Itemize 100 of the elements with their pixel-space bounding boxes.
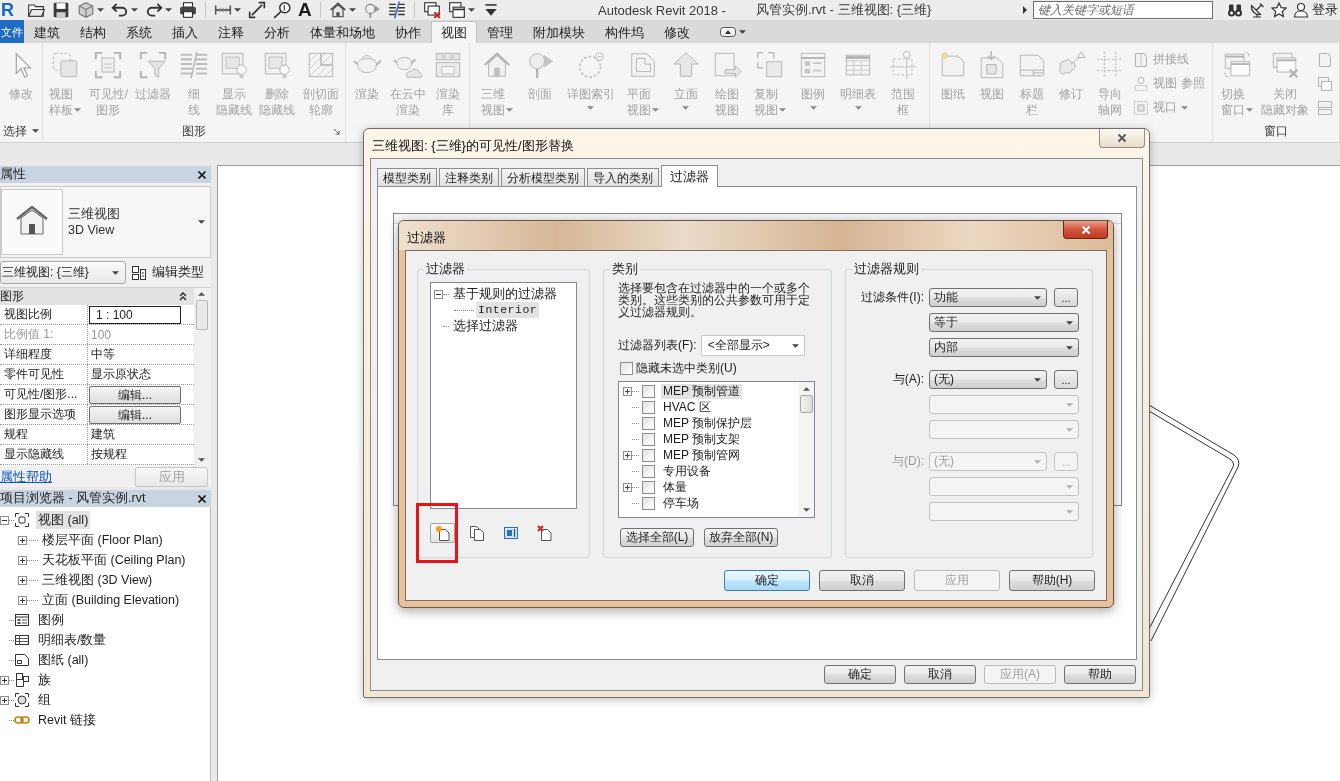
plus-box-icon[interactable] <box>623 386 632 396</box>
checkbox[interactable] <box>642 480 655 494</box>
condition-dropdown[interactable]: (无) <box>929 370 1047 389</box>
new-filter-button[interactable] <box>430 523 455 543</box>
minus-box-icon[interactable] <box>434 289 443 299</box>
tree-item[interactable]: 楼层平面 (Floor Plan) <box>40 531 165 549</box>
caret-up-icon[interactable] <box>802 387 810 391</box>
ribbon-tab[interactable]: 附加模块 <box>523 21 595 43</box>
checkbox[interactable] <box>642 464 655 478</box>
tag-button[interactable] <box>271 0 293 20</box>
ribbon-tab[interactable]: 协作 <box>385 21 431 43</box>
file-menu-button[interactable]: 文件 <box>0 20 24 43</box>
plus-box-icon[interactable] <box>623 450 632 460</box>
category-item[interactable]: MEP 预制管道 <box>661 383 743 399</box>
edit-button[interactable]: 编辑... <box>89 405 181 424</box>
ok-button[interactable]: 确定 <box>724 570 810 591</box>
ribbon-tab[interactable]: 插入 <box>162 21 208 43</box>
dialog-tab[interactable]: 分析模型类别 <box>501 168 585 186</box>
double-caret-up-icon[interactable] <box>179 292 187 301</box>
close-icon[interactable] <box>197 493 207 504</box>
caret-down-icon[interactable] <box>198 458 205 462</box>
instance-dropdown[interactable]: 三维视图: {三维} <box>0 261 126 284</box>
cancel-button[interactable]: 取消 <box>904 665 976 684</box>
plus-box-icon[interactable] <box>623 482 632 492</box>
ribbon-tab[interactable]: 管理 <box>477 21 523 43</box>
dialog-tab[interactable]: 过滤器 <box>661 165 718 187</box>
aligned-dimension-button[interactable] <box>246 0 268 20</box>
checkbox-label[interactable]: 隐藏未选中类别(U) <box>636 359 737 377</box>
category-item[interactable]: 体量 <box>661 479 689 495</box>
category-item[interactable]: 专用设备 <box>661 463 713 479</box>
scrollbar[interactable] <box>798 382 814 517</box>
tree-item[interactable]: Revit 链接 <box>36 711 98 729</box>
ribbon-tab[interactable]: 视图 <box>431 21 477 43</box>
condition-dropdown[interactable]: 功能 <box>929 288 1047 307</box>
ok-button[interactable]: 确定 <box>824 665 896 684</box>
ribbon-tab[interactable]: 注释 <box>208 21 254 43</box>
caret-up-icon[interactable] <box>198 292 205 296</box>
condition-dropdown[interactable]: 等于 <box>929 313 1079 332</box>
plus-box-icon[interactable] <box>18 535 27 545</box>
tree-item[interactable]: 选择过滤器 <box>451 318 520 334</box>
caret-right-icon[interactable] <box>1023 6 1027 14</box>
sign-in-button[interactable]: 登录 <box>1293 1 1338 19</box>
category-item[interactable]: MEP 预制保护层 <box>661 415 755 431</box>
close-button[interactable] <box>1099 129 1145 148</box>
category-item[interactable]: MEP 预制支架 <box>661 431 743 447</box>
type-selector[interactable]: 三维视图 3D View <box>0 186 211 258</box>
tree-item[interactable]: 族 <box>36 671 53 689</box>
tree-item[interactable]: 图纸 (all) <box>36 651 91 669</box>
more-button[interactable]: ... <box>1054 288 1078 307</box>
app-logo[interactable]: R <box>0 0 17 20</box>
tree-item[interactable]: 组 <box>36 691 53 709</box>
help-button[interactable]: 帮助(H) <box>1009 570 1095 591</box>
ribbon-tab[interactable]: 结构 <box>70 21 116 43</box>
category-item[interactable]: 停车场 <box>661 495 701 511</box>
close-button[interactable] <box>1063 221 1108 239</box>
category-item[interactable]: MEP 预制管网 <box>661 447 743 463</box>
tree-item[interactable]: Interior <box>476 302 540 318</box>
tree-item[interactable]: 明细表/数量 <box>36 631 109 649</box>
help-button[interactable]: 帮助 <box>1064 665 1136 684</box>
help-link[interactable]: 属性帮助 <box>0 468 52 486</box>
dialog-tab[interactable]: 模型类别 <box>377 168 437 186</box>
cancel-button[interactable]: 取消 <box>819 570 905 591</box>
checkbox[interactable] <box>642 448 655 462</box>
plus-box-icon[interactable] <box>18 595 27 605</box>
dialog-tab[interactable]: 导入的类别 <box>587 168 659 186</box>
property-input[interactable]: 1 : 100 <box>89 305 181 324</box>
tree-item[interactable]: 基于规则的过滤器 <box>451 286 559 302</box>
ribbon-tab[interactable]: 系统 <box>116 21 162 43</box>
tree-item[interactable]: 三维视图 (3D View) <box>40 571 155 589</box>
category-header[interactable]: 图形 <box>0 288 194 305</box>
plus-box-icon[interactable] <box>0 695 9 705</box>
more-button[interactable]: ... <box>1054 370 1078 389</box>
condition-dropdown[interactable]: 内部 <box>929 338 1079 357</box>
checkbox[interactable] <box>642 432 655 446</box>
checkbox[interactable] <box>642 496 655 510</box>
dialog-tab[interactable]: 注释类别 <box>439 168 499 186</box>
ribbon-tab[interactable]: 分析 <box>254 21 300 43</box>
star-icon[interactable] <box>1271 2 1287 18</box>
checkbox[interactable] <box>642 416 655 430</box>
text-button[interactable]: A <box>296 0 314 20</box>
plus-box-icon[interactable] <box>0 675 9 685</box>
close-icon[interactable] <box>197 169 207 180</box>
checkbox[interactable] <box>642 384 655 398</box>
edit-button[interactable]: 编辑... <box>89 385 181 404</box>
ribbon-tab[interactable]: 体量和场地 <box>300 21 385 43</box>
tree-item[interactable]: 天花板平面 (Ceiling Plan) <box>40 551 188 569</box>
clear-all-button[interactable]: 放弃全部(N) <box>704 528 778 547</box>
ribbon-tab[interactable]: 构件坞 <box>595 21 654 43</box>
tree-item[interactable]: 立面 (Building Elevation) <box>40 591 182 609</box>
search-field[interactable]: 键入关键字或短语 <box>1033 1 1213 19</box>
checkbox[interactable] <box>620 361 633 375</box>
checkbox[interactable] <box>642 400 655 414</box>
binoculars-icon[interactable] <box>1227 2 1243 18</box>
satellite-dish-icon[interactable] <box>1249 2 1265 18</box>
ribbon-tab[interactable]: 建筑 <box>24 21 70 43</box>
filter-list-dropdown[interactable]: <全部显示> <box>700 335 805 356</box>
plus-box-icon[interactable] <box>18 575 27 585</box>
ribbon-tab[interactable]: 修改 <box>654 21 700 43</box>
category-item[interactable]: HVAC 区 <box>661 399 713 415</box>
caret-down-icon[interactable] <box>802 508 810 512</box>
